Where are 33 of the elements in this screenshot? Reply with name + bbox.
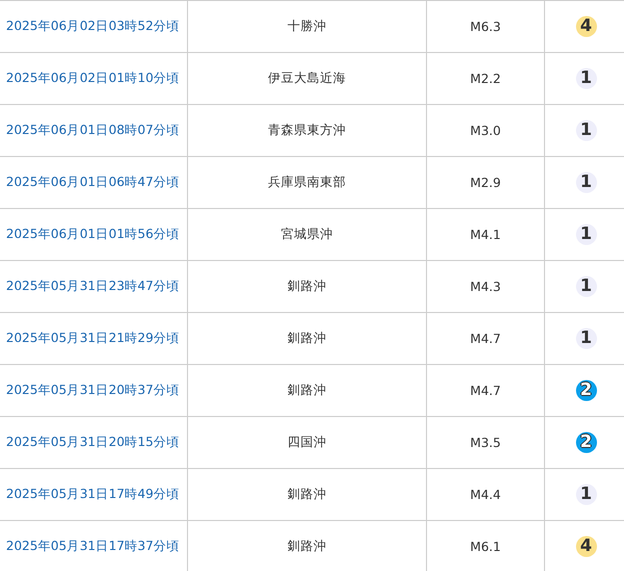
epicenter-text: 釧路沖	[288, 538, 326, 553]
magnitude-text: M4.7	[470, 383, 501, 398]
magnitude-text: M2.9	[470, 175, 501, 190]
epicenter-text: 釧路沖	[288, 486, 326, 501]
intensity-badge: 1	[576, 276, 596, 297]
epicenter-text: 伊豆大島近海	[268, 70, 346, 85]
magnitude-text: M4.7	[470, 331, 501, 346]
magnitude-text: M4.1	[470, 227, 501, 242]
intensity-badge: 1	[576, 224, 596, 245]
epicenter-text: 兵庫県南東部	[268, 174, 346, 189]
intensity-badge: 1	[576, 172, 596, 193]
magnitude-text: M3.5	[470, 435, 501, 450]
epicenter-text: 釧路沖	[288, 330, 326, 345]
magnitude-text: M6.3	[470, 19, 501, 34]
magnitude-text: M6.1	[470, 539, 501, 554]
intensity-badge: 1	[576, 120, 596, 141]
intensity-badge: 4	[576, 536, 596, 557]
intensity-badge: 2	[576, 432, 596, 453]
intensity-badge: 4	[576, 16, 596, 37]
epicenter-text: 青森県東方沖	[268, 122, 346, 137]
intensity-badge: 1	[576, 484, 596, 505]
epicenter-text: 釧路沖	[288, 278, 326, 293]
magnitude-text: M4.4	[470, 487, 501, 502]
magnitude-text: M4.3	[470, 279, 501, 294]
epicenter-text: 釧路沖	[288, 382, 326, 397]
magnitude-text: M2.2	[470, 71, 501, 86]
intensity-badge: 1	[576, 328, 596, 349]
magnitude-text: M3.0	[470, 123, 501, 138]
epicenter-text: 四国沖	[288, 434, 326, 449]
epicenter-text: 宮城県沖	[281, 226, 333, 241]
epicenter-text: 十勝沖	[288, 18, 326, 33]
intensity-badge: 2	[576, 380, 596, 401]
intensity-badge: 1	[576, 68, 596, 89]
